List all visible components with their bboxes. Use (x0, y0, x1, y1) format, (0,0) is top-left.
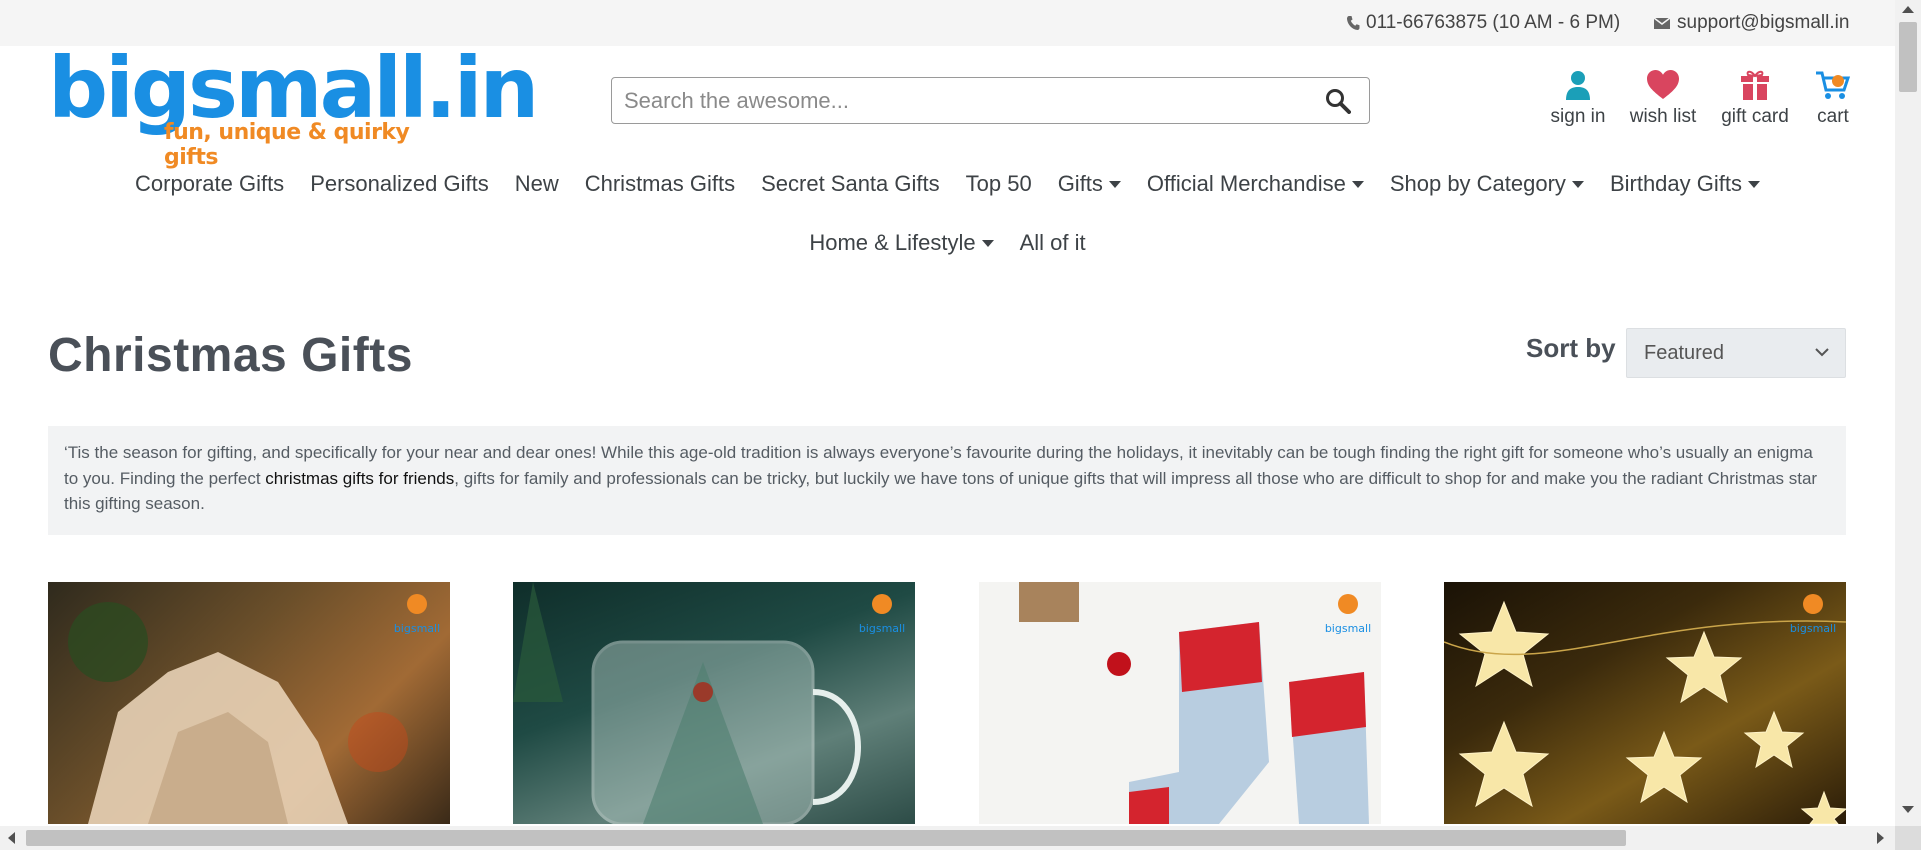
logo-tagline: fun, unique & quirky gifts (164, 120, 410, 170)
scroll-down-arrow-icon[interactable] (1902, 806, 1914, 813)
nav-birthday-gifts[interactable]: Birthday Gifts (1610, 171, 1760, 197)
bigsmall-watermark-icon: bigsmall (1790, 594, 1836, 635)
page-title: Christmas Gifts (48, 329, 413, 382)
wish-list-label: wish list (1629, 106, 1697, 127)
nav-gifts[interactable]: Gifts (1058, 171, 1121, 197)
phone-number: 011-66763875 (10 AM - 6 PM) (1366, 12, 1621, 33)
phone-icon (1347, 16, 1360, 30)
scrollbar-corner (1895, 826, 1921, 850)
bigsmall-watermark-icon: bigsmall (394, 594, 440, 635)
search-input[interactable] (624, 86, 1284, 116)
product-card[interactable]: bigsmall (513, 582, 915, 824)
sign-in-label: sign in (1550, 106, 1606, 127)
vertical-scrollbar[interactable] (1895, 0, 1921, 826)
gift-icon (1741, 70, 1769, 100)
main-nav-row-1: Corporate Gifts Personalized Gifts New C… (0, 171, 1895, 197)
nav-christmas-gifts[interactable]: Christmas Gifts (585, 171, 735, 197)
caret-down-icon (1108, 180, 1121, 188)
product-card[interactable]: bigsmall (979, 582, 1381, 824)
christmas-gifts-for-friends-link[interactable]: christmas gifts for friends (265, 469, 454, 488)
caret-down-icon (1571, 180, 1584, 188)
star-fairy-lights-image (1444, 600, 1846, 824)
nav-all-of-it[interactable]: All of it (1020, 230, 1086, 256)
gift-card-link[interactable]: gift card (1718, 68, 1792, 128)
bigsmall-watermark-icon: bigsmall (1325, 594, 1371, 635)
nav-top-50[interactable]: Top 50 (966, 171, 1032, 197)
christmas-tree-glass-mug-image (513, 582, 861, 824)
nav-secret-santa-gifts[interactable]: Secret Santa Gifts (761, 171, 940, 197)
main-nav-row-2: Home & Lifestyle All of it (0, 230, 1895, 256)
email-address: support@bigsmall.in (1677, 12, 1850, 33)
svg-text:bigsmall: bigsmall (394, 622, 440, 635)
caret-down-icon (1747, 180, 1760, 188)
scroll-right-arrow-icon[interactable] (1877, 832, 1884, 844)
svg-text:bigsmall: bigsmall (1790, 622, 1836, 635)
user-icon (1566, 71, 1590, 100)
bigsmall-watermark-icon: bigsmall (859, 594, 905, 635)
nav-official-merchandise[interactable]: Official Merchandise (1147, 171, 1364, 197)
scroll-up-arrow-icon[interactable] (1902, 6, 1914, 13)
email-contact[interactable]: support@bigsmall.in (1653, 12, 1849, 34)
phone-contact[interactable]: 011-66763875 (10 AM - 6 PM) (1346, 12, 1620, 34)
product-card[interactable]: bigsmall (48, 582, 450, 824)
wooden-nativity-scene-image (68, 602, 408, 824)
svg-text:bigsmall: bigsmall (859, 622, 905, 635)
svg-text:bigsmall: bigsmall (1325, 622, 1371, 635)
chevron-down-icon (1815, 348, 1829, 357)
scroll-left-arrow-icon[interactable] (8, 832, 15, 844)
sort-select[interactable]: Featured (1626, 328, 1846, 378)
search-bar (611, 77, 1370, 124)
horizontal-scroll-thumb[interactable] (26, 830, 1626, 846)
cart-label: cart (1817, 106, 1849, 127)
nav-personalized-gifts[interactable]: Personalized Gifts (310, 171, 489, 197)
logo-wordmark: bigsmall.in (48, 39, 539, 137)
wish-list-link[interactable]: wish list (1624, 68, 1702, 128)
site-logo[interactable]: bigsmall.in fun, unique & quirky gifts (48, 46, 539, 170)
product-card[interactable]: bigsmall (1444, 582, 1846, 824)
sort-selected-value: Featured (1644, 342, 1725, 364)
search-icon[interactable] (1325, 88, 1351, 114)
nav-new[interactable]: New (515, 171, 559, 197)
sort-by-label: Sort by (1526, 333, 1616, 363)
heart-icon (1647, 70, 1679, 99)
category-description: ‘Tis the season for gifting, and specifi… (48, 426, 1846, 535)
nav-shop-by-category[interactable]: Shop by Category (1390, 171, 1584, 197)
horizontal-scrollbar[interactable] (0, 826, 1895, 850)
caret-down-icon (1351, 180, 1364, 188)
nav-home-lifestyle[interactable]: Home & Lifestyle (809, 230, 994, 256)
cart-icon (1816, 71, 1851, 99)
sign-in-link[interactable]: sign in (1548, 68, 1608, 128)
caret-down-icon (981, 239, 994, 247)
cart-link[interactable]: cart (1812, 68, 1854, 128)
nav-corporate-gifts[interactable]: Corporate Gifts (135, 171, 284, 197)
gift-card-label: gift card (1721, 106, 1789, 127)
vertical-scroll-thumb[interactable] (1899, 22, 1917, 92)
envelope-icon (1653, 17, 1671, 29)
christmas-socks-image (1019, 582, 1369, 824)
